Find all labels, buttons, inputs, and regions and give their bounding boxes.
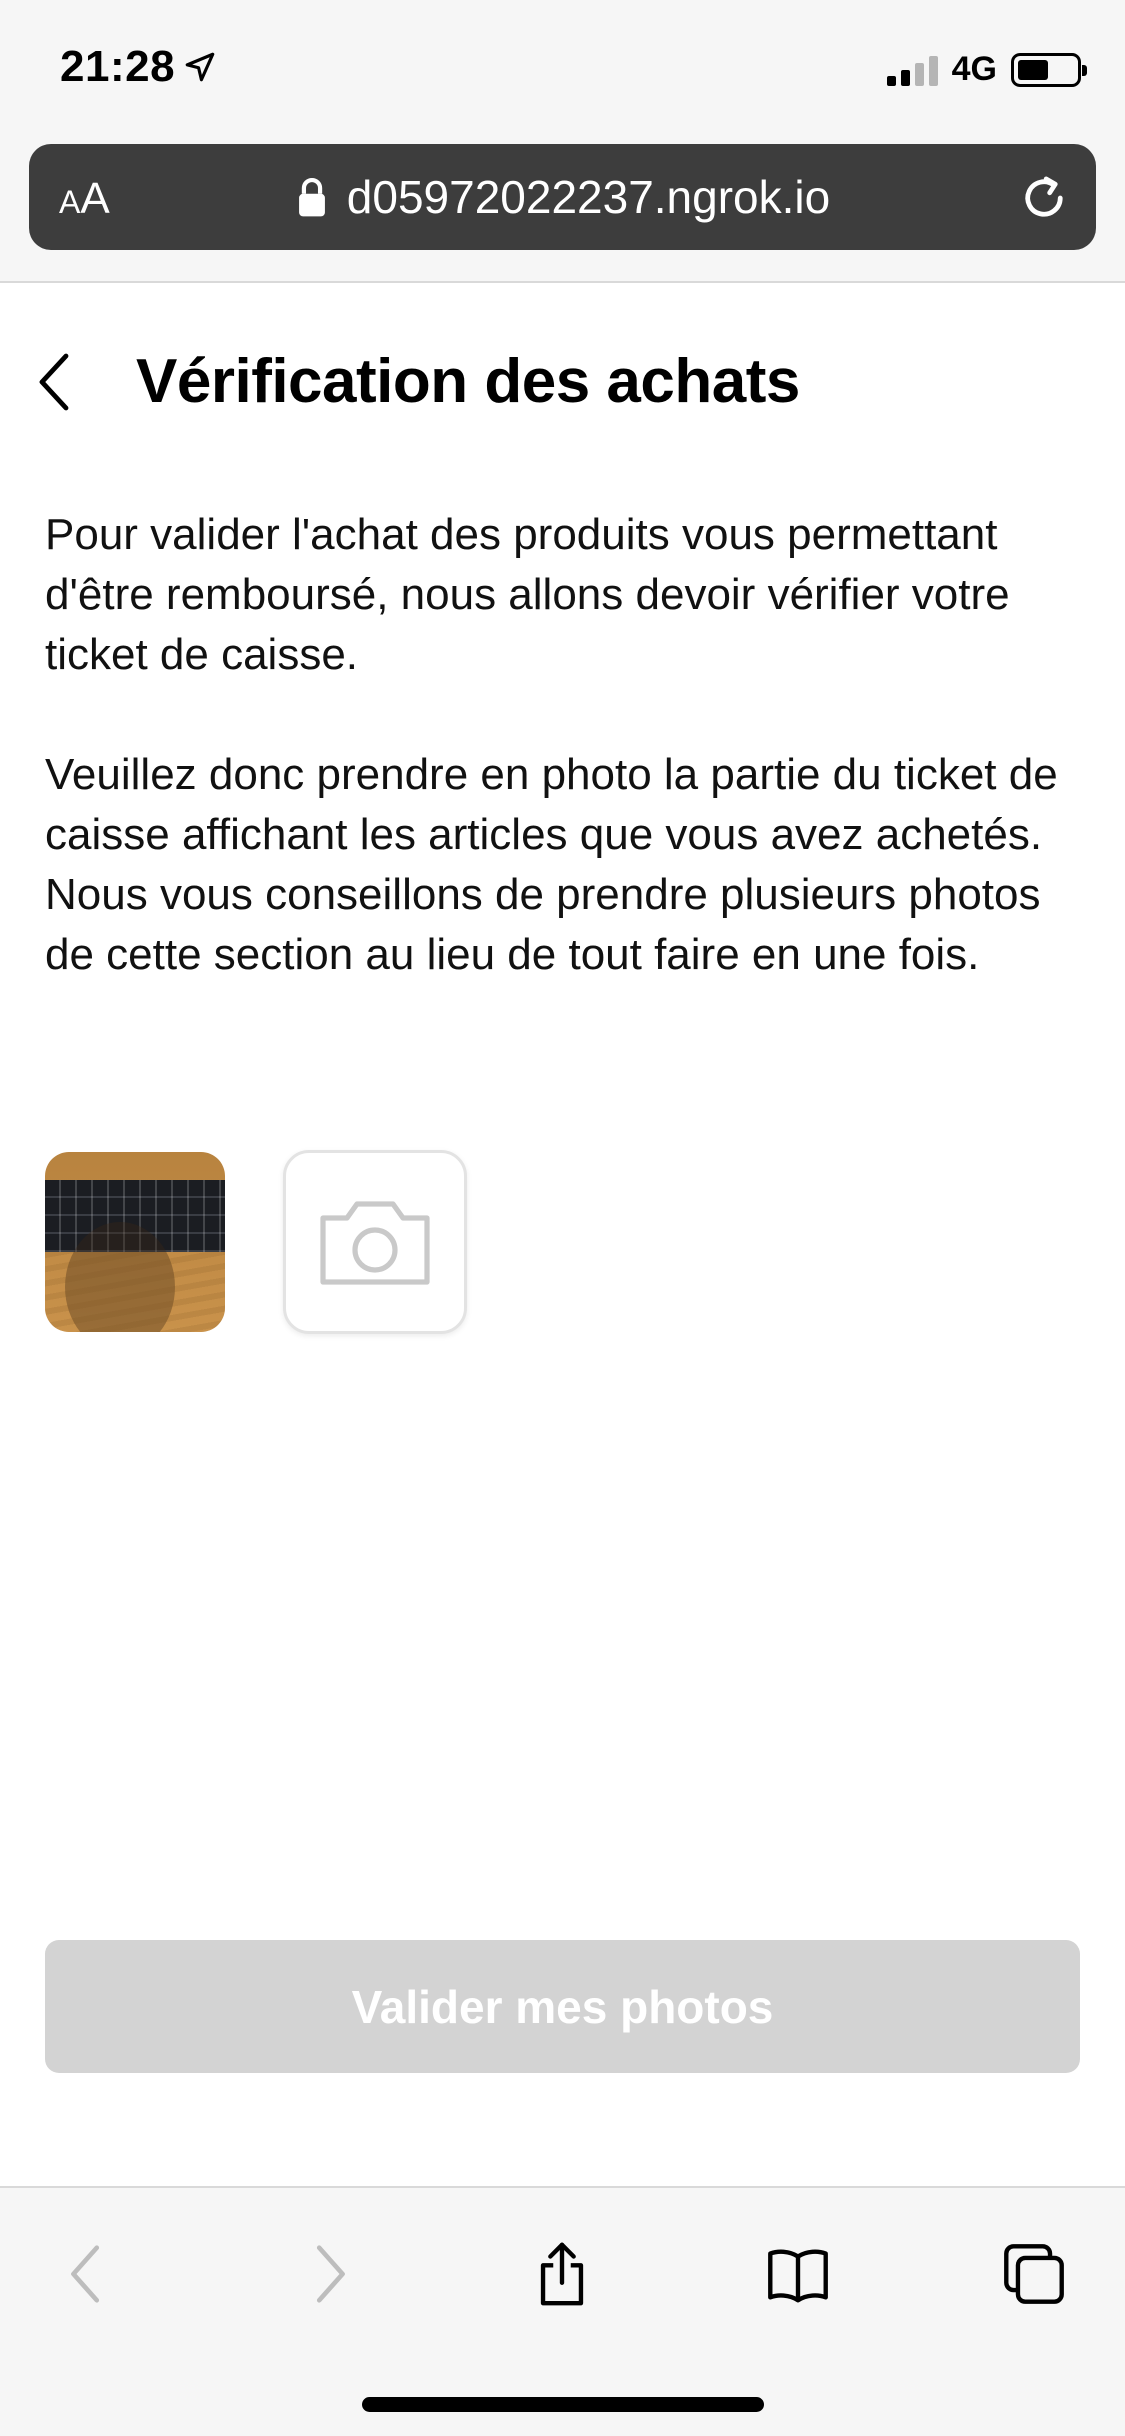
reload-icon[interactable] — [1018, 172, 1070, 224]
bookmarks-button[interactable] — [758, 2234, 838, 2314]
browser-address-area: AA d05972022237.ngrok.io — [0, 140, 1125, 283]
status-bar: 21:28 4G — [0, 0, 1125, 140]
add-photo-button[interactable] — [283, 1150, 467, 1334]
address-bar[interactable]: AA d05972022237.ngrok.io — [29, 144, 1096, 250]
chevron-left-icon — [71, 2245, 100, 2303]
status-time: 21:28 — [60, 42, 217, 92]
url-text: d05972022237.ngrok.io — [346, 171, 831, 223]
tabs-icon — [1004, 2244, 1064, 2304]
tabs-button[interactable] — [994, 2234, 1074, 2314]
browser-forward-button[interactable] — [288, 2234, 368, 2314]
lock-icon — [298, 178, 325, 217]
photo-thumbnail[interactable] — [45, 1152, 225, 1332]
back-button[interactable] — [34, 352, 74, 412]
share-icon — [540, 2242, 584, 2306]
page-title: Vérification des achats — [136, 347, 800, 416]
intro-paragraph: Pour valider l'achat des produits vous p… — [45, 510, 1010, 679]
instructions-paragraph: Veuillez donc prendre en photo la partie… — [45, 750, 1058, 979]
location-arrow-icon — [185, 52, 215, 82]
camera-icon — [320, 1201, 430, 1285]
chevron-right-icon — [316, 2245, 345, 2303]
share-button[interactable] — [522, 2234, 602, 2314]
network-type: 4G — [951, 50, 997, 88]
validate-photos-button[interactable]: Valider mes photos — [45, 1940, 1080, 2073]
clock: 21:28 — [60, 42, 176, 91]
battery-icon — [1011, 52, 1087, 87]
home-indicator[interactable] — [362, 2397, 764, 2412]
signal-icon — [886, 54, 938, 86]
status-indicators: 4G — [886, 50, 1087, 89]
browser-back-button[interactable] — [48, 2234, 128, 2314]
url-display[interactable]: d05972022237.ngrok.io — [29, 170, 1096, 224]
book-icon — [768, 2249, 828, 2303]
